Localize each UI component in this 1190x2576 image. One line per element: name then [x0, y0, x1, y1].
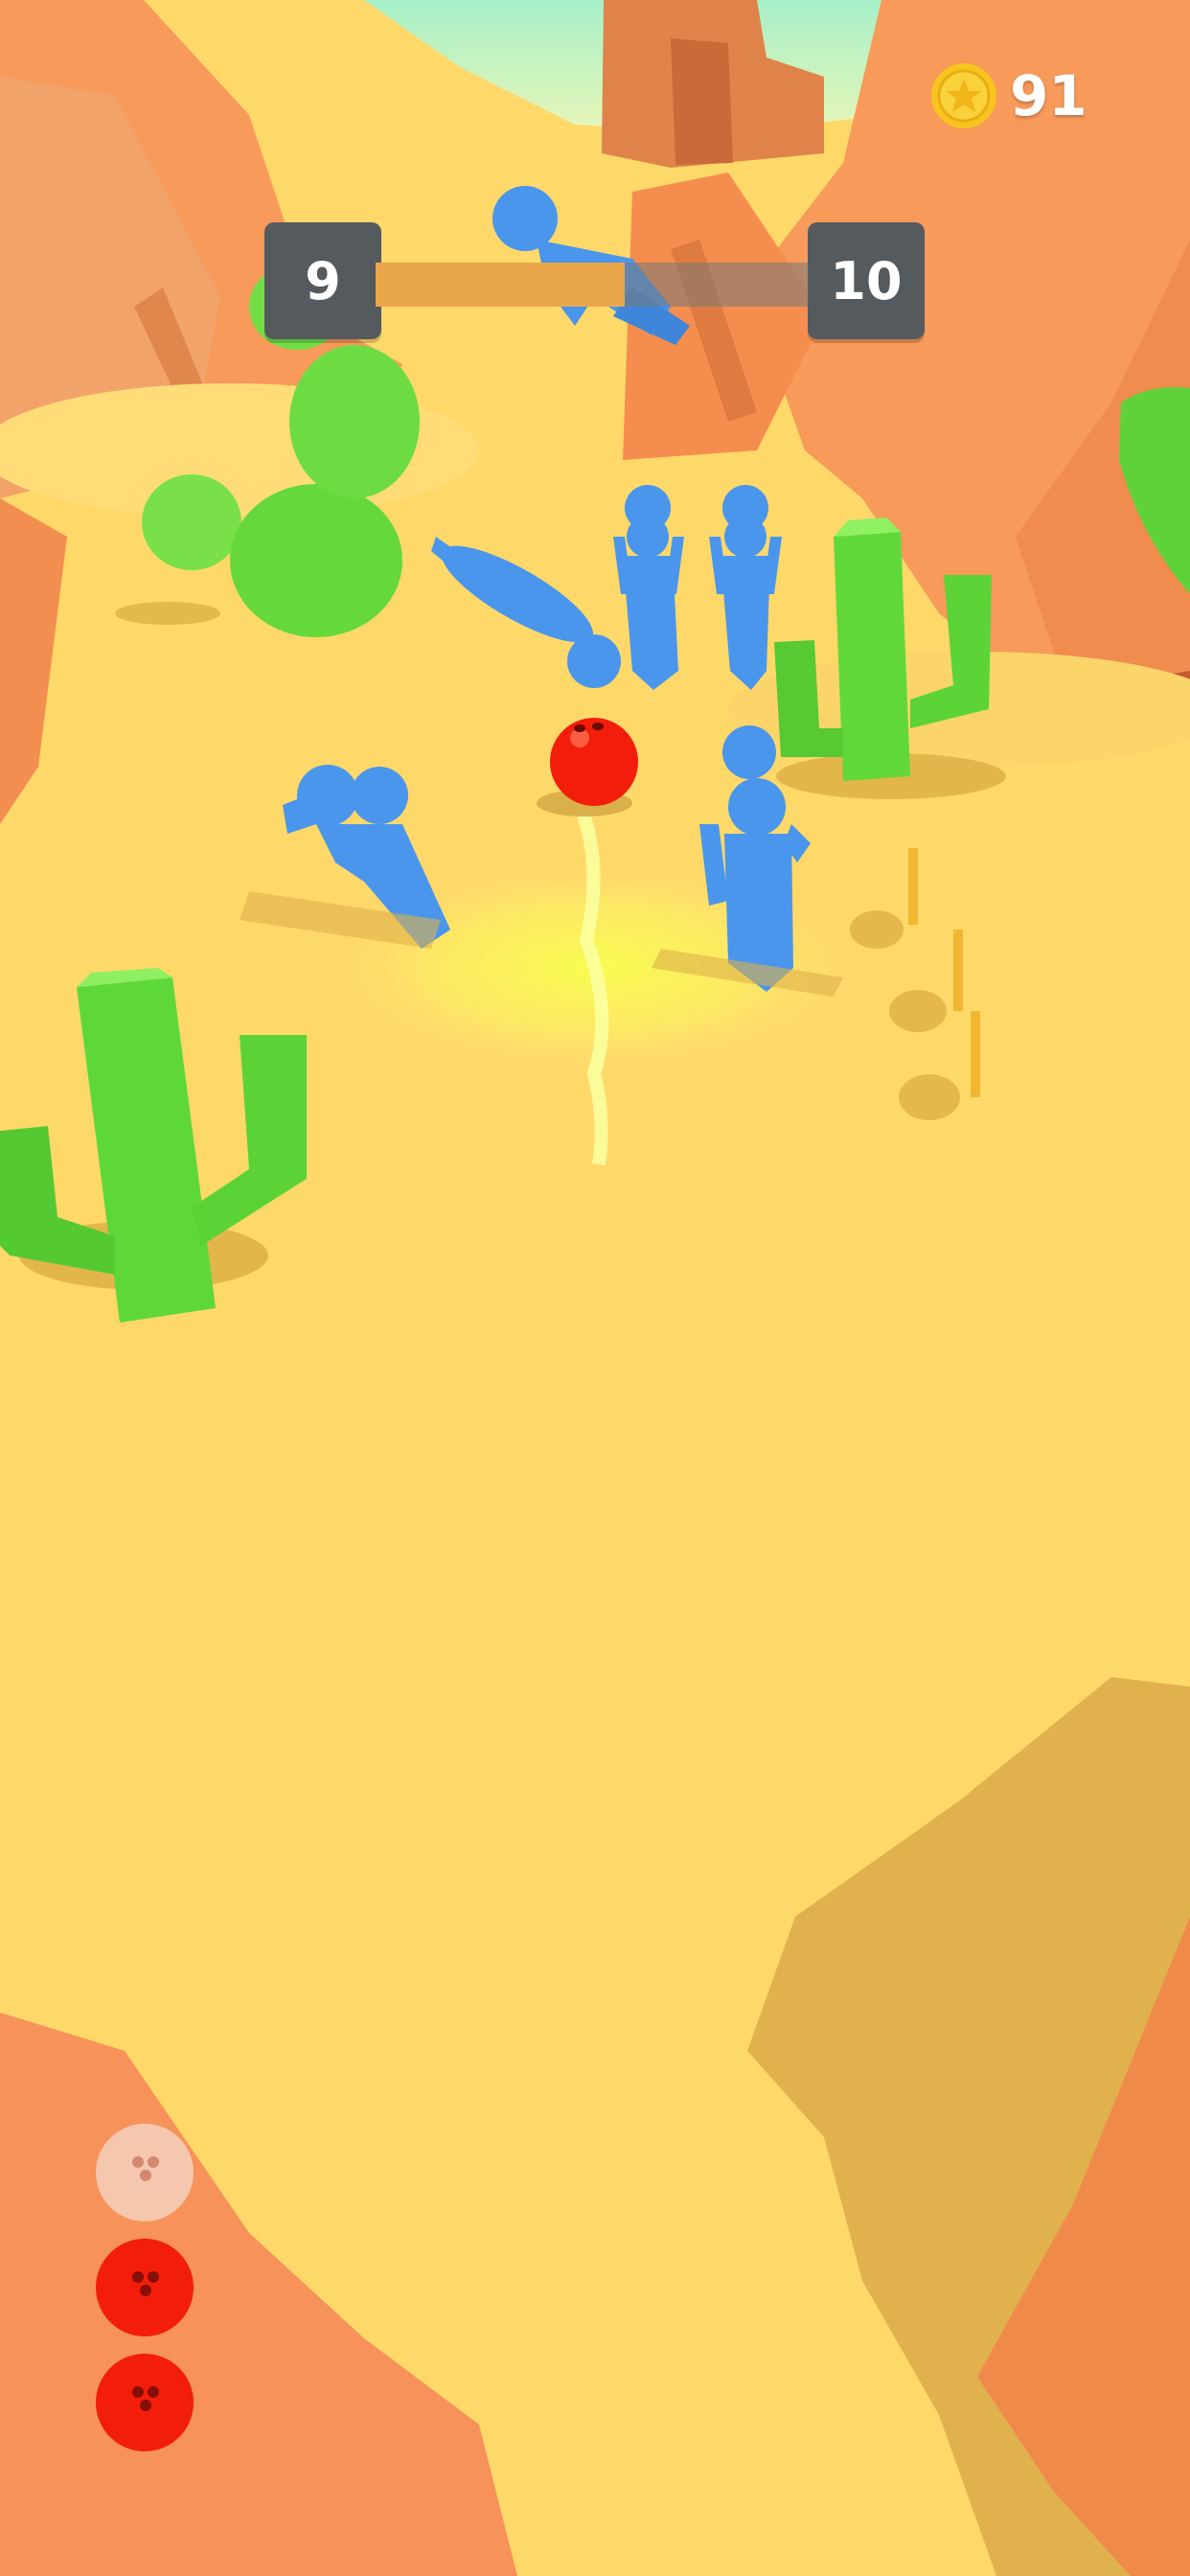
- bowling-ball-hole: [140, 2400, 151, 2411]
- bowling-ball-hole: [132, 2271, 144, 2283]
- bowling-ball-hole: [148, 2386, 159, 2398]
- game-viewport[interactable]: 9 10 91: [0, 0, 1190, 2576]
- current-level-badge: 9: [264, 222, 381, 339]
- player-ball: [550, 718, 638, 806]
- level-progress-bar: [376, 263, 812, 307]
- level-progress-fill: [376, 263, 625, 307]
- bowling-ball-hole: [140, 2285, 151, 2296]
- bowling-ball-hole: [132, 2386, 144, 2398]
- bowling-ball-hole: [132, 2156, 144, 2168]
- bowling-ball-hole: [148, 2156, 159, 2168]
- bowling-ball-hole: [140, 2170, 151, 2181]
- star-coin-icon: [931, 63, 996, 128]
- bowling-ball-hole: [148, 2271, 159, 2283]
- next-level-badge: 10: [808, 222, 925, 339]
- coin-count: 91: [1010, 63, 1087, 128]
- ball-slot-available: [96, 2239, 194, 2336]
- ball-slot-used: [96, 2124, 194, 2221]
- coin-counter: 91: [929, 59, 1087, 132]
- ball-slot-available: [96, 2354, 194, 2451]
